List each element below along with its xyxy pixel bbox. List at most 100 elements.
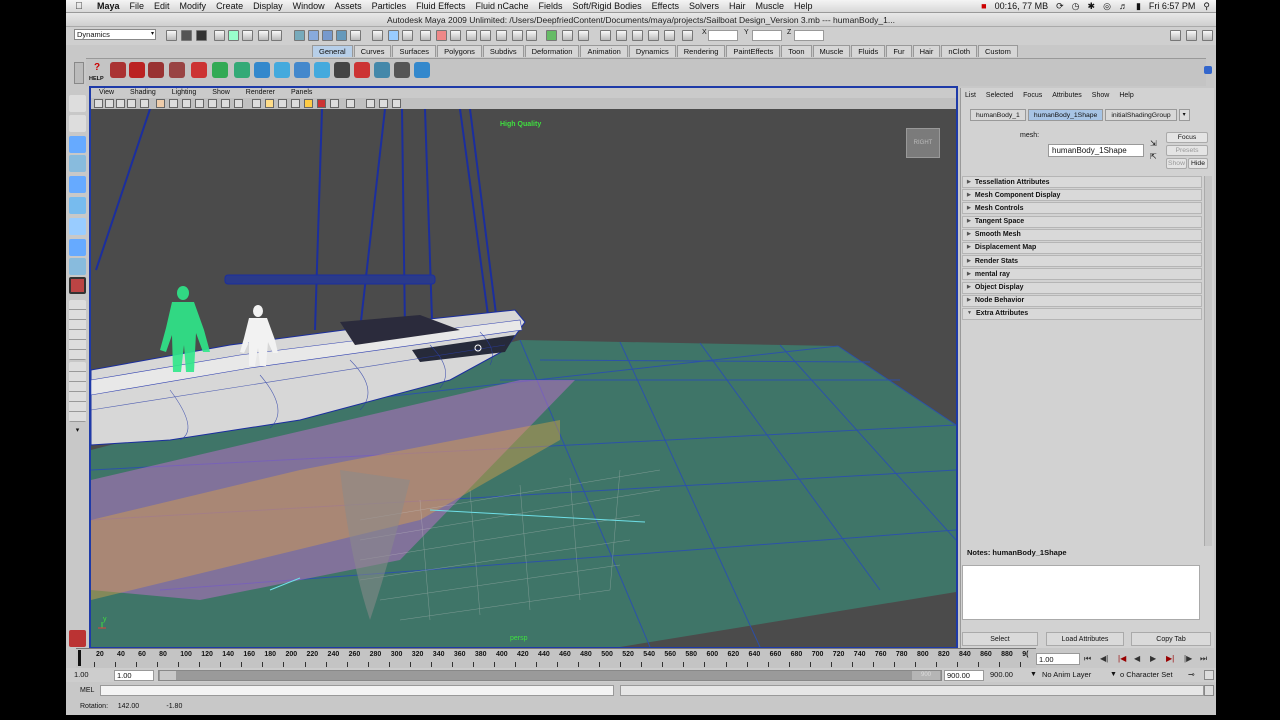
layout-single-icon[interactable] [600, 30, 611, 41]
wireframe-icon[interactable] [234, 99, 243, 108]
safe-title-icon[interactable] [221, 99, 230, 108]
input-mode-icon[interactable] [682, 30, 693, 41]
select-object-icon[interactable] [228, 30, 239, 41]
layout-four-icon[interactable] [616, 30, 627, 41]
ae-menu-focus[interactable]: Focus [1018, 92, 1047, 99]
menu-modify[interactable]: Modify [175, 1, 212, 11]
apple-menu-icon[interactable]:  [66, 1, 92, 12]
layout-outliner-icon[interactable] [648, 30, 659, 41]
ae-tab-transform[interactable]: humanBody_1 [970, 109, 1026, 121]
camera-attributes-icon[interactable] [105, 99, 114, 108]
film-gate-icon[interactable] [156, 99, 165, 108]
panel-menu-panels[interactable]: Panels [283, 88, 320, 98]
menu-help[interactable]: Help [789, 1, 818, 11]
panel-menu-view[interactable]: View [91, 88, 122, 98]
range-slider[interactable] [158, 670, 942, 681]
sidebar-toggle-icon[interactable] [1170, 30, 1181, 41]
ae-tab-shading-group[interactable]: initialShadingGroup [1105, 109, 1177, 121]
menu-file[interactable]: File [125, 1, 150, 11]
x-field[interactable] [708, 30, 738, 41]
menu-soft-rigid-bodies[interactable]: Soft/Rigid Bodies [568, 1, 647, 11]
hide-button[interactable]: Hide [1188, 158, 1208, 169]
menu-assets[interactable]: Assets [330, 1, 367, 11]
go-to-end-icon[interactable]: ⏭ [1200, 654, 1207, 664]
hypershade-icon[interactable] [480, 30, 491, 41]
auto-key-icon[interactable]: ⊸ [1188, 670, 1195, 681]
shelf-script-icon-1[interactable] [110, 62, 126, 78]
ae-scrollbar[interactable] [1204, 176, 1212, 546]
chevron-down-icon[interactable]: ▾ [1178, 109, 1190, 121]
shelf-tab-hair[interactable]: Hair [912, 45, 941, 57]
shelf-tab-fluids[interactable]: Fluids [851, 45, 886, 57]
shelf-tool-icon-7[interactable] [354, 62, 370, 78]
xray-joints-icon[interactable] [366, 99, 375, 108]
menu-solvers[interactable]: Solvers [684, 1, 724, 11]
smooth-shade-icon[interactable] [252, 99, 261, 108]
range-start-handle[interactable] [160, 671, 176, 680]
paint-icon[interactable] [512, 30, 523, 41]
viewport-scene[interactable]: y [91, 109, 956, 647]
section-extra-attributes[interactable]: ▼ Extra Attributes [962, 307, 1202, 320]
render-settings-icon[interactable] [450, 30, 461, 41]
menu-fluid-effects[interactable]: Fluid Effects [411, 1, 470, 11]
shelf-tab-rendering[interactable]: Rendering [676, 45, 726, 57]
grid-icon[interactable] [140, 99, 149, 108]
view-cube[interactable]: RIGHT [906, 128, 940, 158]
z-field[interactable] [794, 30, 824, 41]
menu-set-dropdown[interactable]: Dynamics ▾ [74, 29, 156, 40]
anim-layer-dropdown[interactable]: No Anim Layer [1042, 670, 1108, 681]
use-all-lights-icon[interactable] [291, 99, 300, 108]
go-to-start-icon[interactable]: ⏮ [1084, 654, 1091, 664]
menu-fluid-ncache[interactable]: Fluid nCache [471, 1, 534, 11]
textured-icon[interactable] [278, 99, 287, 108]
shelf-tab-subdivs[interactable]: Subdivs [482, 45, 524, 57]
channel-box-icon[interactable] [1186, 30, 1197, 41]
toolbox-more-icon[interactable]: ▾ [69, 426, 86, 436]
shelf-tool-icon-3[interactable] [274, 62, 290, 78]
shelf-script-icon-2[interactable] [129, 62, 145, 78]
current-time-field[interactable]: 1.00 [1036, 653, 1080, 665]
copy-tab-button[interactable]: Copy Tab [1131, 632, 1211, 646]
select-camera-icon[interactable] [94, 99, 103, 108]
script-editor-icon[interactable] [1204, 685, 1214, 696]
soft-modification-icon[interactable] [69, 239, 86, 256]
attribute-editor-toggle-icon[interactable] [562, 30, 573, 41]
panel-menu-lighting[interactable]: Lighting [164, 88, 205, 98]
shelf-scroll-icon[interactable] [1204, 66, 1212, 74]
chevron-down-icon[interactable]: ▼ [1030, 670, 1037, 681]
image-plane-icon[interactable] [127, 99, 136, 108]
animation-start-field[interactable]: 1.00 [74, 670, 108, 681]
new-scene-icon[interactable] [166, 30, 177, 41]
safe-action-icon[interactable] [208, 99, 217, 108]
shelf-tab-toon[interactable]: Toon [781, 45, 812, 57]
go-to-input-icon[interactable]: ⇲ [1150, 139, 1157, 148]
menu-edit[interactable]: Edit [149, 1, 175, 11]
command-input[interactable] [100, 685, 614, 696]
animation-end-field[interactable]: 900.00 [988, 670, 1028, 681]
shelf-script-icon-5[interactable] [191, 62, 207, 78]
play-backwards-icon[interactable]: ◀ [1134, 654, 1140, 663]
battery-icon[interactable]: ▮ [1136, 1, 1141, 12]
notes-textarea[interactable] [962, 565, 1200, 620]
field-chart-icon[interactable] [195, 99, 204, 108]
sync-icon[interactable]: ⟳ [1056, 1, 1064, 12]
hud-icon[interactable] [392, 99, 401, 108]
ae-menu-help[interactable]: Help [1114, 92, 1138, 99]
select-tool-icon[interactable] [69, 95, 86, 112]
menubar-clock[interactable]: Fri 6:57 PM [1149, 1, 1196, 11]
shelf-menu-icon[interactable] [74, 62, 84, 84]
menu-effects[interactable]: Effects [647, 1, 684, 11]
construction-history-icon[interactable] [402, 30, 413, 41]
shelf-tool-icon-6[interactable] [334, 62, 350, 78]
step-forward-frame-icon[interactable]: ▶| [1166, 654, 1174, 663]
quick-layout-icon[interactable] [69, 362, 86, 422]
isolate-select-icon[interactable] [346, 99, 355, 108]
bookmarks-icon[interactable] [116, 99, 125, 108]
menu-window[interactable]: Window [288, 1, 330, 11]
menu-app[interactable]: Maya [92, 1, 125, 11]
last-tool-icon[interactable] [69, 277, 86, 294]
shelf-tool-icon-2[interactable] [254, 62, 270, 78]
section-tangent-space[interactable]: ▶ Tangent Space [962, 215, 1202, 228]
open-scene-icon[interactable] [181, 30, 192, 41]
shelf-tool-icon-8[interactable] [374, 62, 390, 78]
